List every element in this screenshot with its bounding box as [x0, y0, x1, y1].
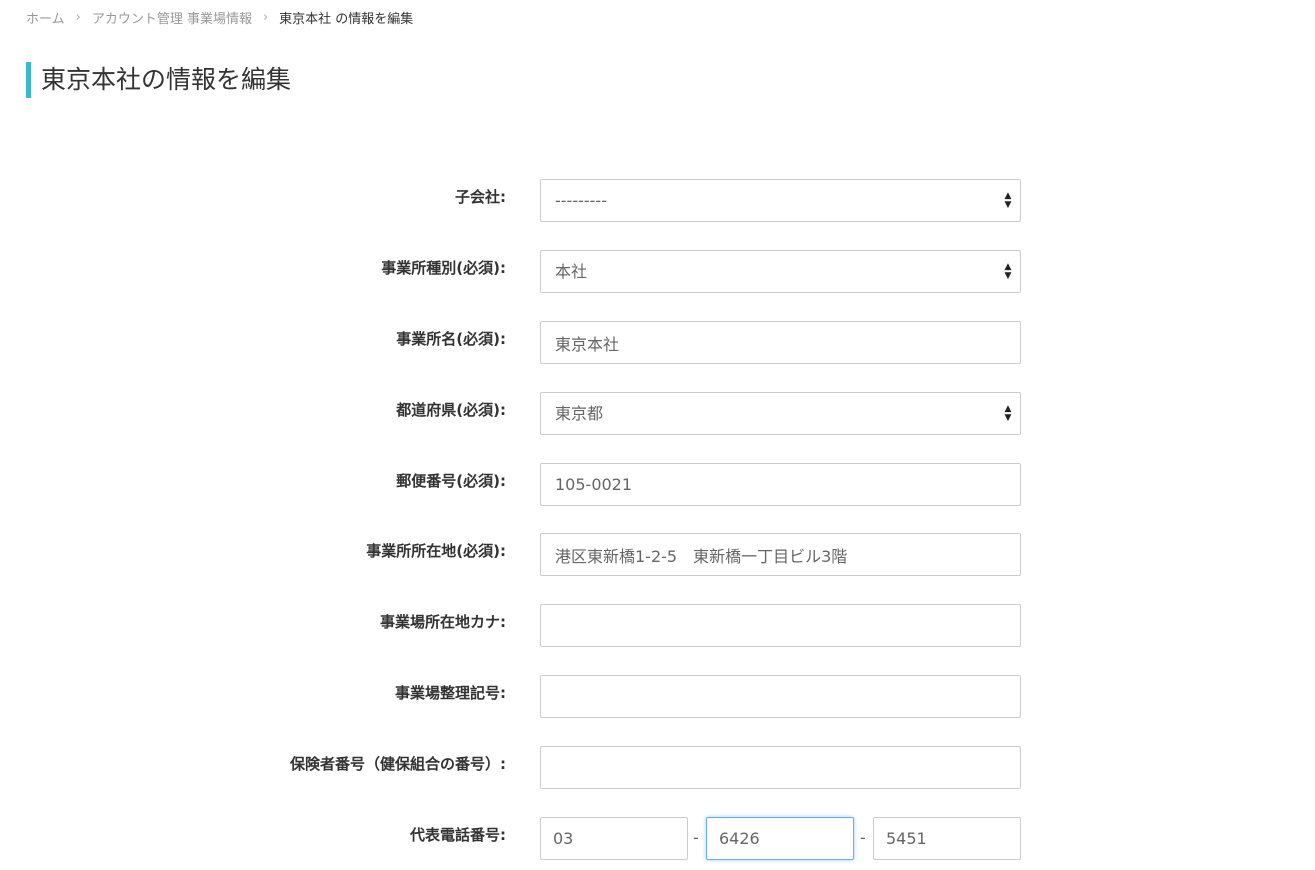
office-name-label: 事業所名(必須): [396, 330, 506, 348]
office-type-select[interactable]: 本社 ▲ ▼ [540, 250, 1021, 293]
postal-code-row: 郵便番号(必須): [0, 463, 1315, 506]
subsidiary-row: 子会社: --------- ▲ ▼ [0, 179, 1315, 222]
breadcrumb: ホーム › アカウント管理 事業場情報 › 東京本社 の情報を編集 [26, 8, 414, 27]
address-row: 事業所所在地(必須): [0, 533, 1315, 576]
phone-part3-input[interactable] [873, 817, 1021, 860]
prefecture-row: 都道府県(必須): 東京都 ▲ ▼ [0, 392, 1315, 435]
phone-separator: - [693, 828, 699, 847]
prefecture-select-value: 東京都 [555, 404, 604, 423]
postal-code-label: 郵便番号(必須): [396, 472, 506, 490]
reference-number-input[interactable] [540, 675, 1021, 718]
subsidiary-select-value: --------- [555, 191, 607, 210]
up-down-arrows-icon: ▲ ▼ [1004, 404, 1012, 423]
office-name-input[interactable] [540, 321, 1021, 364]
address-label: 事業所所在地(必須): [366, 542, 506, 560]
breadcrumb-current: 東京本社 の情報を編集 [279, 11, 414, 27]
office-type-label: 事業所種別(必須): [381, 259, 506, 277]
up-down-arrows-icon: ▲ ▼ [1004, 191, 1012, 210]
office-type-row: 事業所種別(必須): 本社 ▲ ▼ [0, 250, 1315, 293]
breadcrumb-home-link[interactable]: ホーム [26, 8, 65, 27]
insurer-number-label: 保険者番号（健保組合の番号）: [289, 755, 506, 773]
address-kana-row: 事業場所在地カナ: [0, 604, 1315, 647]
phone-row: 代表電話番号: - - [0, 817, 1315, 860]
subsidiary-label: 子会社: [455, 188, 506, 206]
phone-label: 代表電話番号: [410, 826, 506, 844]
office-type-select-value: 本社 [555, 262, 588, 281]
reference-number-row: 事業場整理記号: [0, 675, 1315, 718]
up-down-arrows-icon: ▲ ▼ [1004, 262, 1012, 281]
reference-number-label: 事業場整理記号: [395, 684, 506, 702]
phone-separator: - [860, 828, 866, 847]
insurer-number-row: 保険者番号（健保組合の番号）: [0, 746, 1315, 789]
address-kana-input[interactable] [540, 604, 1021, 647]
insurer-number-input[interactable] [540, 746, 1021, 789]
prefecture-label: 都道府県(必須): [396, 401, 506, 419]
breadcrumb-section-link[interactable]: アカウント管理 事業場情報 [92, 8, 252, 27]
page-title: 東京本社の情報を編集 [26, 62, 291, 98]
chevron-right-icon: › [75, 9, 81, 25]
phone-part1-input[interactable] [540, 817, 688, 860]
phone-part2-input[interactable] [706, 817, 854, 860]
chevron-right-icon: › [262, 9, 269, 25]
address-kana-label: 事業場所在地カナ: [380, 613, 506, 631]
prefecture-select[interactable]: 東京都 ▲ ▼ [540, 392, 1021, 435]
subsidiary-select[interactable]: --------- ▲ ▼ [540, 179, 1021, 222]
office-name-row: 事業所名(必須): [0, 321, 1315, 364]
address-input[interactable] [540, 533, 1021, 576]
postal-code-input[interactable] [540, 463, 1021, 506]
